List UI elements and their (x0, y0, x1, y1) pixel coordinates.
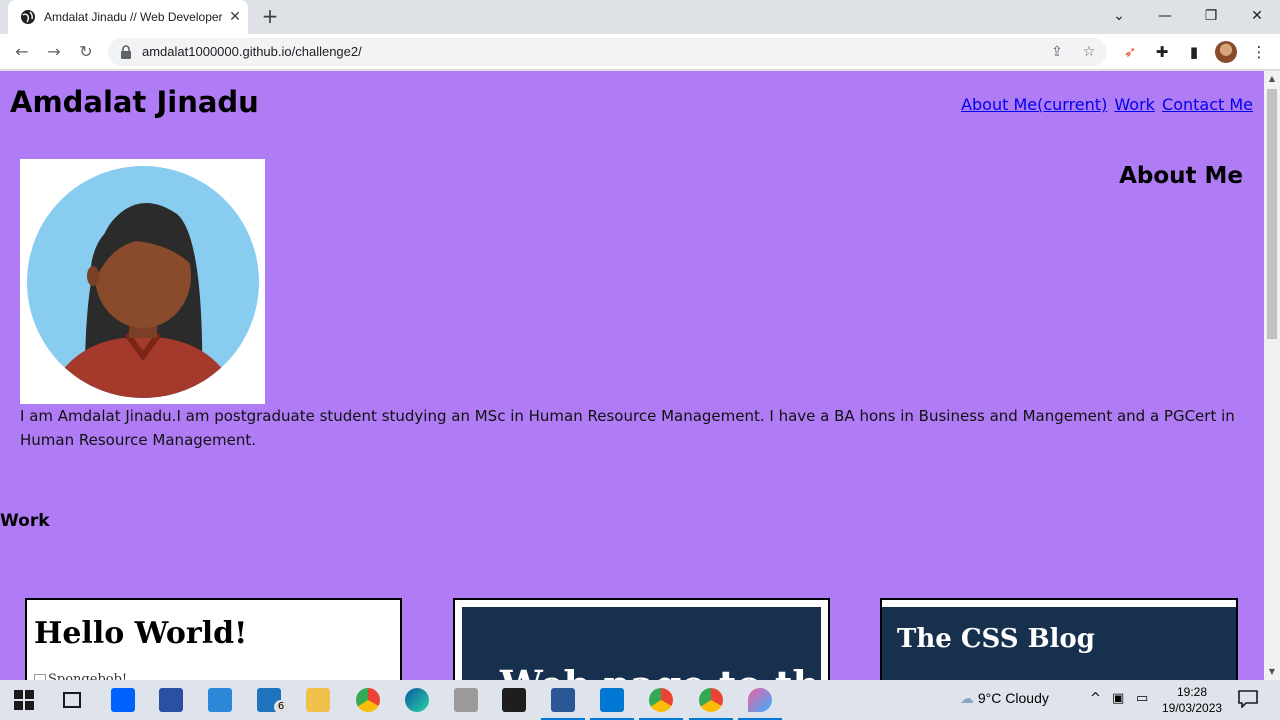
terminal-icon[interactable] (502, 688, 526, 712)
site-title: Amdalat Jinadu (10, 85, 259, 119)
nav-link-contact[interactable]: Contact Me (1162, 95, 1253, 114)
scroll-up-icon[interactable]: ▲ (1264, 71, 1280, 87)
back-arrow-icon[interactable]: ← (10, 40, 34, 64)
forward-arrow-icon[interactable]: → (42, 40, 66, 64)
restore-icon[interactable]: ❐ (1196, 2, 1226, 30)
b-app-icon[interactable] (159, 688, 183, 712)
avatar-illustration (27, 166, 259, 398)
chrome-icon[interactable] (356, 688, 380, 712)
tab-title: Amdalat Jinadu // Web Developer (44, 10, 223, 24)
nav-link-about[interactable]: About Me(current) (961, 95, 1107, 114)
card-image: Web page to th (462, 607, 821, 680)
page-scrollbar[interactable]: ▲ ▼ (1264, 71, 1280, 680)
clock-date: 19/03/2023 (1162, 701, 1223, 715)
chrome-profile-icon[interactable] (649, 688, 673, 712)
profile-image (20, 159, 265, 404)
side-panel-icon[interactable]: ▮ (1184, 42, 1204, 62)
extension-swift-icon[interactable]: ➶ (1120, 42, 1140, 62)
tray-chevron-up-icon[interactable]: ^ (1090, 691, 1101, 706)
weather-widget[interactable]: ☁ 9°C Cloudy (960, 690, 1049, 707)
bio-paragraph: I am Amdalat Jinadu.I am postgraduate st… (20, 407, 1235, 449)
windows-start-icon[interactable] (12, 688, 36, 712)
battery-icon[interactable]: ▭ (1136, 691, 1148, 706)
scroll-thumb[interactable] (1267, 89, 1277, 339)
about-heading: About Me (1119, 163, 1243, 189)
close-tab-icon[interactable]: ✕ (226, 8, 244, 26)
taskbar: 6 ☁ 9°C Cloudy ^ ▣ ▭ 19:28 19/03/2023 (0, 680, 1280, 720)
work-card-css-blog[interactable]: The CSS Blog (880, 598, 1238, 680)
clock-time: 19:28 (1176, 685, 1208, 699)
chrome-second-icon[interactable] (699, 688, 723, 712)
edge-icon[interactable] (405, 688, 429, 712)
cloud-icon: ☁ (960, 690, 974, 706)
dropbox-icon[interactable] (111, 688, 135, 712)
scroll-down-icon[interactable]: ▼ (1264, 664, 1280, 680)
url-text[interactable]: amdalat1000000.github.io/challenge2/ (142, 44, 362, 59)
nav-link-work[interactable]: Work (1114, 95, 1155, 114)
file-explorer-icon[interactable] (306, 688, 330, 712)
word-icon[interactable] (551, 688, 575, 712)
vscode-icon[interactable] (600, 688, 624, 712)
reload-icon[interactable]: ↻ (74, 40, 98, 64)
card-title: Hello World! (34, 616, 248, 651)
work-card-hello-world[interactable]: Hello World! Spongebob! (25, 598, 402, 680)
system-clock[interactable]: 19:28 19/03/2023 (1162, 684, 1222, 716)
profile-avatar[interactable] (1215, 41, 1237, 63)
mail-badge: 6 (274, 700, 288, 714)
work-heading: Work (0, 511, 50, 531)
card-image: The CSS Blog (882, 607, 1236, 680)
store-icon[interactable] (208, 688, 232, 712)
site-nav: About Me(current) Work Contact Me (959, 95, 1253, 114)
globe-icon (21, 10, 35, 24)
address-bar[interactable]: amdalat1000000.github.io/challenge2/ ⇪ ☆ (108, 38, 1107, 66)
weather-text: 9°C Cloudy (977, 690, 1049, 706)
task-view-icon[interactable] (60, 688, 84, 712)
card-title: Web page to th (500, 662, 820, 680)
new-tab-button[interactable]: + (258, 5, 282, 29)
lock-icon[interactable] (120, 45, 132, 59)
roblox-icon[interactable] (454, 688, 478, 712)
bookmark-star-icon[interactable]: ☆ (1080, 43, 1098, 61)
extensions-puzzle-icon[interactable]: ✚ (1152, 42, 1172, 62)
browser-toolbar: ← → ↻ amdalat1000000.github.io/challenge… (0, 34, 1280, 70)
network-icon[interactable]: ▣ (1112, 691, 1124, 706)
card-title: The CSS Blog (897, 624, 1095, 654)
notification-icon[interactable] (1238, 690, 1258, 708)
mail-icon[interactable]: 6 (257, 688, 288, 714)
card-image-alt: Spongebob! (34, 672, 127, 680)
work-card-web-page[interactable]: Web page to th (453, 598, 830, 680)
close-window-icon[interactable]: ✕ (1242, 2, 1272, 30)
page-viewport: Amdalat Jinadu About Me(current) Work Co… (0, 71, 1264, 680)
paint-drop-icon[interactable] (748, 688, 772, 712)
tab-search-icon[interactable]: ⌄ (1104, 2, 1134, 30)
minimize-icon[interactable]: — (1150, 2, 1180, 30)
menu-kebab-icon[interactable]: ⋮ (1249, 42, 1269, 62)
tab-strip: Amdalat Jinadu // Web Developer ✕ + ⌄ — … (0, 0, 1280, 34)
browser-tab[interactable]: Amdalat Jinadu // Web Developer ✕ (8, 0, 248, 34)
share-icon[interactable]: ⇪ (1048, 43, 1066, 61)
